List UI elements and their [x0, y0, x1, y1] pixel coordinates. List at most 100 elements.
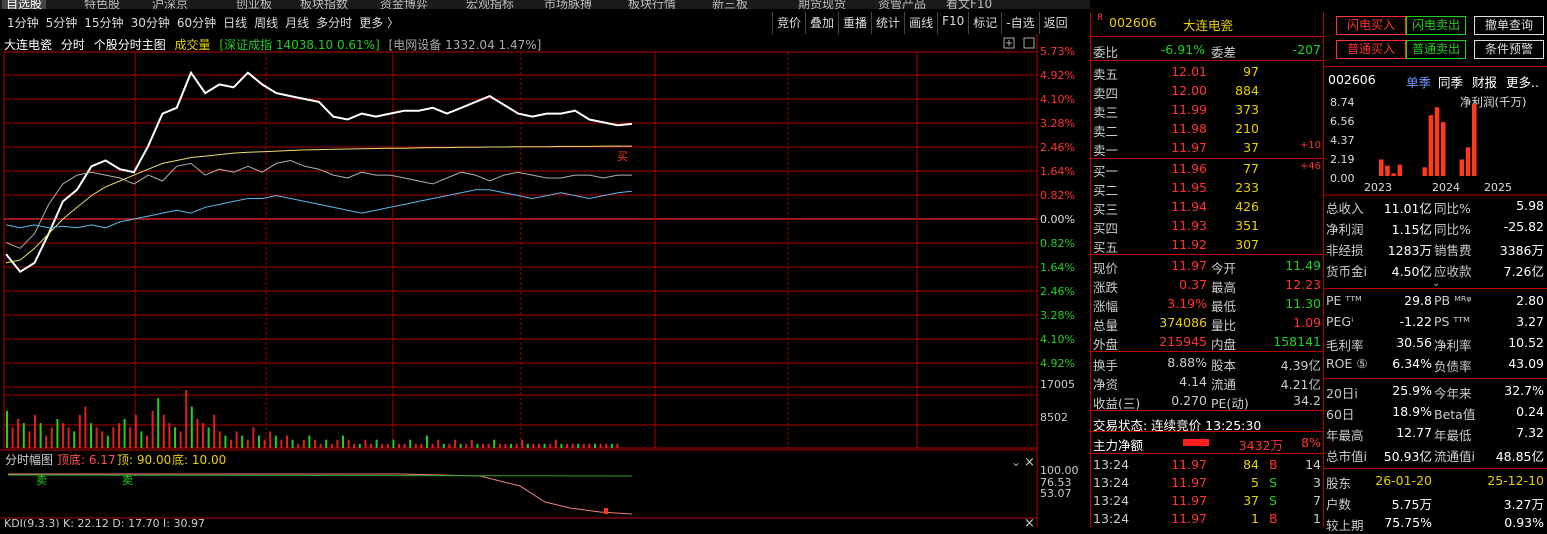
trade-button[interactable]: 普通卖出 [1406, 40, 1466, 59]
fin-value: 6.34% [1392, 356, 1432, 371]
volume-bar [543, 443, 546, 448]
tick-volume: 5 [1251, 475, 1259, 490]
fin-label: 股东 [1326, 476, 1352, 491]
fin-label-2: 年最低 [1434, 428, 1472, 443]
fin-label-2: 净利率 [1434, 338, 1472, 353]
close-icon[interactable]: × [1024, 455, 1035, 470]
fin-label: PE ᵀᵀᴹ [1326, 293, 1362, 308]
window-toggle-icon[interactable] [1023, 37, 1035, 49]
bar-chart-title: 净利润(千万) [1460, 95, 1526, 109]
volume-bar [594, 443, 596, 448]
tick-price: 11.97 [1171, 475, 1207, 490]
volume-bar [487, 443, 490, 448]
volume-bar [190, 406, 193, 448]
fin-tab[interactable]: 同季 [1438, 72, 1463, 91]
volume-bar [302, 439, 305, 448]
ind-axis-3: 53.07 [1040, 487, 1072, 500]
volume-bar [134, 414, 137, 448]
volume-bar [213, 414, 216, 448]
chevron-down-icon[interactable]: ⌄ [1011, 455, 1021, 469]
bar-y-tick: 4.37 [1330, 134, 1355, 147]
fin-value: 29.8 [1404, 293, 1432, 308]
fin-value-2: 5.98 [1516, 198, 1544, 213]
volume-bar [246, 439, 249, 448]
indicator-line [8, 473, 633, 515]
fin-value-2: 7.26亿 [1503, 264, 1544, 279]
volume-bar [202, 423, 204, 448]
trade-button[interactable]: 闪电买入 [1336, 16, 1406, 35]
volume-bar [403, 443, 406, 448]
volume-bar [269, 431, 272, 448]
profit-bar [1459, 159, 1465, 176]
indicator-top: 顶: 90.00 [117, 453, 171, 467]
bar-y-tick: 8.74 [1330, 96, 1355, 109]
volume-bar [409, 439, 412, 448]
bid-price: 11.92 [1171, 237, 1207, 252]
bar-year: 2023 [1364, 181, 1392, 194]
buy-marker: 买 [617, 150, 628, 163]
fin-label: ROE ⑤ [1326, 356, 1368, 371]
stat-value: 0.37 [1179, 277, 1207, 292]
volume-bar [521, 439, 524, 448]
price-axis: 5.73% 4.92% 4.10% 3.28% 2.46% 1.64% 0.82% 0.00%… [1040, 45, 1075, 424]
fin-row: 总市值i 50.93亿 流通值i 48.85亿 [1324, 444, 1547, 465]
profit-bar [1385, 165, 1390, 176]
fin-row: ROE ⑤ 6.34% 负债率 43.09 [1324, 354, 1547, 375]
volume-bar [493, 439, 496, 448]
axis-label-up: 2.46% [1040, 141, 1075, 154]
bid-volume: 426 [1235, 199, 1259, 214]
fin-row: PE ᵀᵀᴹ 29.8 PB ᴹᴿᵠ 2.80 [1324, 291, 1547, 312]
volume-bar [224, 435, 227, 448]
fin-row: 年最高 12.77 年最低 7.32 [1324, 423, 1547, 444]
volume-bar [280, 439, 283, 448]
fin-value-2: 32.7% [1504, 383, 1544, 398]
volume-bar [297, 443, 300, 448]
volume-bar [325, 439, 328, 448]
fin-tab[interactable]: 更多.. [1506, 72, 1539, 91]
fin-value-2: 43.09 [1508, 356, 1544, 371]
axis-label-down: 4.10% [1040, 333, 1075, 346]
bid-change: +46 [1299, 161, 1321, 172]
fin-row: 货币金i 4.50亿 应收款 7.26亿 [1324, 259, 1547, 280]
volume-bar [258, 435, 260, 448]
trade-button[interactable]: 条件预警 [1474, 40, 1544, 59]
intraday-chart[interactable]: 5.73% 4.92% 4.10% 3.28% 2.46% 1.64% 0.82% 0.00%… [0, 0, 1090, 527]
volume-bar [560, 443, 563, 448]
stat-row: 总量 374086 量比 1.09 [1091, 313, 1324, 333]
fin-tab[interactable]: 单季 [1406, 72, 1431, 91]
fin-label: 毛利率 [1326, 338, 1364, 353]
fin-label: 较上期 [1326, 518, 1364, 533]
trade-button[interactable]: 撤单查询 [1474, 16, 1544, 35]
fin-row: 净利润 1.15亿 同比% -25.82 [1324, 217, 1547, 238]
trade-button[interactable]: 闪电卖出 [1406, 16, 1466, 35]
chart-controls[interactable]: ⌄ × × [1003, 37, 1035, 527]
tick-time: 13:24 [1093, 475, 1130, 490]
indicator-line-2 [7, 474, 633, 477]
bid-volume: 233 [1235, 180, 1259, 195]
volume-bar [342, 435, 344, 448]
trade-button[interactable]: 普通买入 [1336, 40, 1406, 59]
fin-tab[interactable]: 财报 [1472, 72, 1497, 91]
stat-row: 外盘 215945 内盘 158141 [1091, 332, 1324, 352]
volume-bar [179, 431, 182, 448]
ask-row: 卖二 11.98 210 [1091, 119, 1324, 139]
fin-row: 较上期 75.75% 0.93% [1324, 513, 1547, 534]
volume-bar [470, 439, 473, 448]
stat2-value: 8.88% [1167, 355, 1207, 370]
stat-row: 现价 11.97 今开 11.49 [1091, 256, 1324, 276]
close-kdj-icon[interactable]: × [1024, 516, 1035, 527]
fin-label: 户数 [1326, 497, 1352, 512]
stat2-value: 4.14 [1179, 374, 1207, 389]
bid-price: 11.94 [1171, 199, 1207, 214]
volume-bar [319, 443, 322, 448]
volume-bar [482, 443, 484, 448]
volume-bar [314, 439, 316, 448]
quote-name: 大连电瓷 [1183, 18, 1234, 33]
volume-bar [420, 443, 423, 448]
fin-label: 货币金i [1326, 264, 1367, 279]
mainflow-label: 主力净额 [1093, 438, 1144, 453]
plus-glyph [1006, 40, 1012, 46]
volume-bar [454, 439, 456, 448]
fin-code: 002606 [1328, 72, 1376, 87]
volume-bar [526, 443, 529, 448]
